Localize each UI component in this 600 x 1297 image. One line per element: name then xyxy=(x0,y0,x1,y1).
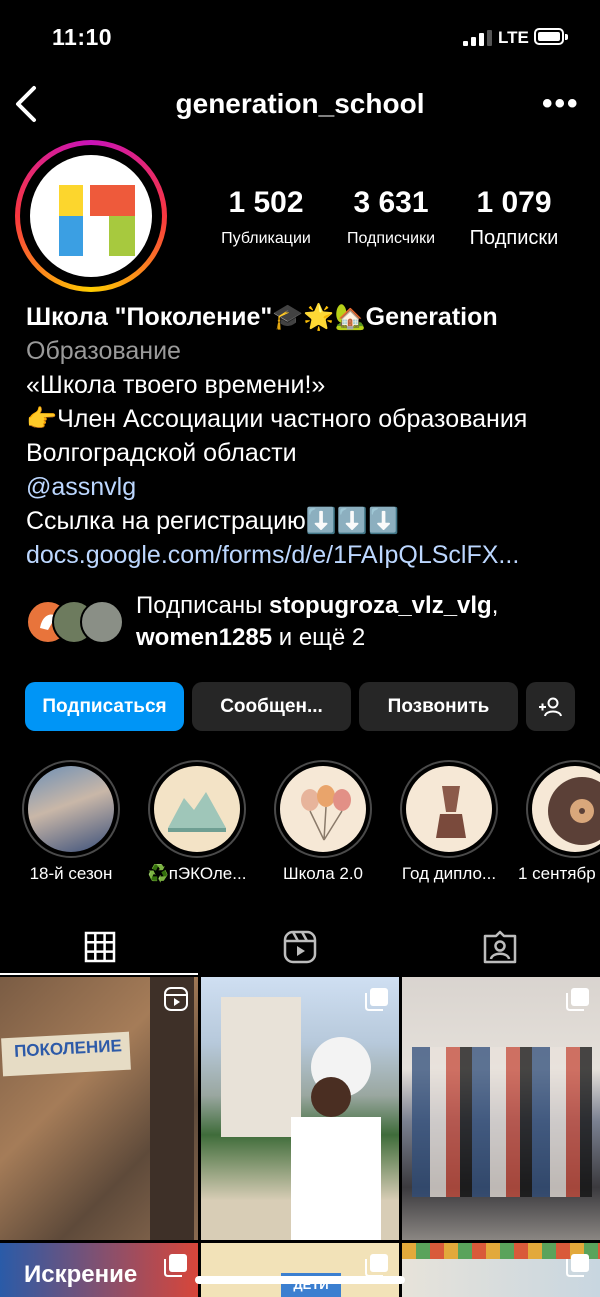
following-count: 1 079 xyxy=(476,186,552,219)
status-time: 11:10 xyxy=(52,24,113,50)
tab-active-indicator xyxy=(0,973,198,975)
tab-tagged[interactable] xyxy=(400,922,600,972)
highlight-1-label: 18-й сезон xyxy=(29,864,113,883)
profile-display-name: Школа "Поколение"🎓🌟🏡Generation xyxy=(26,303,498,331)
stat-following[interactable]: 1 079 Подписки xyxy=(456,186,572,250)
highlight-5-label: 1 сентябр xyxy=(518,864,596,883)
profile-bio: Школа "Поколение"🎓🌟🏡Generation Образован… xyxy=(26,300,586,572)
post-tile-2[interactable] xyxy=(201,977,399,1240)
carousel-badge-icon xyxy=(365,988,388,1011)
post-tile-4[interactable]: Искрение xyxy=(0,1243,198,1297)
bio-line-slogan: «Школа твоего времени!» xyxy=(26,371,326,399)
highlight-3-label: Школа 2.0 xyxy=(282,864,364,883)
highlight-5[interactable] xyxy=(526,760,600,858)
profile-avatar[interactable] xyxy=(15,140,167,292)
profile-username: generation_school xyxy=(175,88,425,119)
post-tile-3[interactable] xyxy=(402,977,600,1240)
followed-by-separator: , xyxy=(491,592,499,619)
followed-by-prefix: Подписаны xyxy=(136,592,269,619)
following-label: Подписки xyxy=(469,227,559,249)
carousel-badge-icon xyxy=(566,988,589,1011)
tagged-icon xyxy=(483,930,517,964)
follower-avatar-3[interactable] xyxy=(80,600,124,644)
bio-external-link[interactable]: docs.google.com/forms/d/e/1FAIpQLSclFX..… xyxy=(26,538,586,572)
profile-category: Образование xyxy=(26,337,181,365)
highlight-2-label: ♻️пЭКОле... xyxy=(147,864,247,883)
highlight-4[interactable] xyxy=(400,760,498,858)
reels-icon xyxy=(283,930,317,964)
followed-by-user-1[interactable]: stopugroza_vlz_vlg xyxy=(269,592,492,619)
highlight-1[interactable] xyxy=(22,760,120,858)
post-tile-1[interactable]: ПОКОЛЕНИЕ xyxy=(0,977,198,1240)
stat-followers[interactable]: 3 631 Подписчики xyxy=(333,186,449,248)
followers-label: Подписчики xyxy=(346,230,435,247)
post-4-caption: Искрение xyxy=(24,1261,138,1288)
highlight-3[interactable] xyxy=(274,760,372,858)
tab-reels[interactable] xyxy=(200,922,400,972)
carousel-badge-icon xyxy=(566,1254,589,1277)
grid-icon xyxy=(84,931,116,963)
followers-count: 3 631 xyxy=(353,186,429,219)
signal-icon xyxy=(463,30,492,46)
network-label: LTE xyxy=(498,28,529,47)
suggest-people-button[interactable] xyxy=(526,682,575,731)
school-logo-icon xyxy=(30,155,152,277)
followed-by-suffix: и ещё 2 xyxy=(272,624,366,651)
followed-by-text[interactable]: Подписаны stopugroza_vlz_vlg, women1285 … xyxy=(136,590,576,654)
tab-grid[interactable] xyxy=(0,922,200,972)
follow-button[interactable]: Подписаться xyxy=(25,682,184,731)
post-tile-5[interactable]: ДЕТИ xyxy=(201,1243,399,1297)
bio-mention-link[interactable]: @assnvlg xyxy=(26,470,586,504)
post-tile-6[interactable] xyxy=(402,1243,600,1297)
bio-line-association: 👉Член Ассоциации частного образования Во… xyxy=(26,405,528,467)
bio-line-registration: Ссылка на регистрацию⬇️⬇️⬇️ xyxy=(26,507,400,535)
followed-by-user-2[interactable]: women1285 xyxy=(136,624,272,651)
battery-icon xyxy=(534,28,568,45)
carousel-badge-icon xyxy=(164,1254,187,1277)
add-person-icon xyxy=(538,697,562,716)
posts-label: Публикации xyxy=(221,230,311,247)
posts-count: 1 502 xyxy=(228,186,304,219)
stat-posts[interactable]: 1 502 Публикации xyxy=(206,186,326,248)
highlight-2[interactable] xyxy=(148,760,246,858)
call-button[interactable]: Позвонить xyxy=(359,682,518,731)
carousel-badge-icon xyxy=(365,1254,388,1277)
message-button[interactable]: Сообщен... xyxy=(192,682,351,731)
reel-badge-icon xyxy=(164,987,188,1011)
highlight-4-label: Год дипло... xyxy=(401,864,497,883)
more-options-icon[interactable]: ••• xyxy=(542,89,580,119)
home-indicator[interactable] xyxy=(195,1276,405,1284)
